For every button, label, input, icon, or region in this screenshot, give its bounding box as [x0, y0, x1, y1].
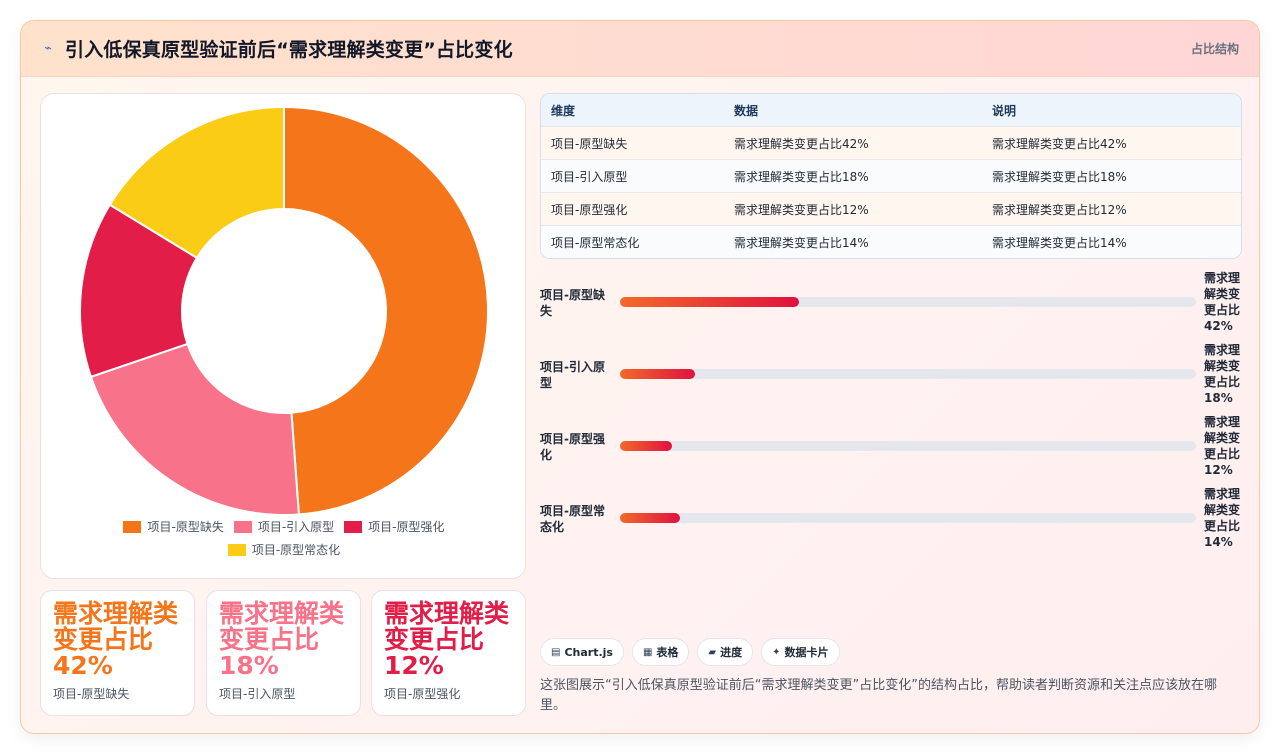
legend-item[interactable]: 项目-原型缺失 [123, 518, 224, 535]
progress-row: 项目-原型强化 需求理解类变更占比12% [540, 413, 1242, 485]
legend-label: 项目-原型常态化 [251, 543, 341, 557]
stat-label: 项目-原型缺失 [53, 687, 130, 701]
legend-label: 项目-原型缺失 [147, 520, 224, 534]
legend-item[interactable]: 项目-原型强化 [344, 518, 445, 535]
chip-label: 进度 [720, 646, 743, 659]
progress-fill [620, 369, 695, 379]
chip-chartjs[interactable]: ▤ Chart.js [540, 638, 624, 666]
table-cell: 需求理解类变更占比12% [992, 202, 1127, 217]
stat-value: 需求理解类变更占比42% [53, 599, 179, 680]
chip-label: 数据卡片 [784, 646, 829, 659]
header-tag: 占比结构 [1190, 42, 1239, 56]
page-title: 引入低保真原型验证前后“需求理解类变更”占比变化 [65, 39, 513, 61]
sparkle-icon: ✦ [772, 646, 781, 658]
legend-swatch [233, 520, 252, 533]
legend-item[interactable]: 项目-引入原型 [233, 518, 335, 535]
progress-label: 项目-原型强化 [540, 432, 605, 462]
doughnut-chart [79, 105, 489, 514]
donut-slice-1[interactable] [283, 105, 489, 514]
table-header-cell: 维度 [551, 103, 576, 118]
chart-card: 项目-原型缺失 项目-引入原型 项目-原型强化项目-原型常态化 [40, 93, 526, 579]
stat-card-1: 需求理解类变更占比42% 项目-原型缺失 [40, 590, 195, 716]
progress-row: 项目-引入原型 需求理解类变更占比18% [540, 341, 1242, 413]
chip-label: 表格 [656, 646, 679, 659]
progress-fill [620, 441, 672, 451]
progress-row: 项目-原型缺失 需求理解类变更占比42% [540, 269, 1242, 341]
table-row: 项目-原型强化 需求理解类变更占比12% 需求理解类变更占比12% [541, 193, 1241, 226]
chip-data-card[interactable]: ✦ 数据卡片 [761, 638, 840, 666]
chip-table[interactable]: ▦ 表格 [631, 638, 690, 666]
stat-value: 需求理解类变更占比18% [219, 599, 345, 680]
progress-track [620, 441, 1196, 451]
chart-icon: ▤ [551, 646, 561, 658]
legend-swatch [344, 520, 363, 533]
progress-icon: ▰ [708, 646, 717, 658]
donut-slice-2[interactable] [89, 342, 300, 514]
progress-fill [620, 297, 799, 307]
table-icon: ▦ [642, 646, 653, 658]
table-cell: 项目-引入原型 [551, 169, 628, 184]
legend-swatch [227, 543, 246, 556]
stat-value: 需求理解类变更占比12% [384, 599, 510, 680]
legend-item[interactable]: 项目-原型常态化 [227, 541, 341, 558]
progress-fill [620, 513, 681, 523]
chart-description: 这张图展示“引入低保真原型验证前后“需求理解类变更”占比变化”的结构占比，帮助读… [540, 678, 1217, 713]
bolt-icon: ⌁ [44, 41, 52, 56]
progress-label: 项目-原型常态化 [540, 504, 605, 534]
legend-label: 项目-引入原型 [257, 520, 335, 534]
header: ⌁ 引入低保真原型验证前后“需求理解类变更”占比变化 占比结构 [21, 21, 1259, 77]
table-cell: 项目-原型缺失 [551, 136, 628, 151]
table-header-cell: 说明 [992, 103, 1017, 118]
header-title-group: ⌁ 引入低保真原型验证前后“需求理解类变更”占比变化 [41, 35, 513, 62]
table-row: 项目-原型常态化 需求理解类变更占比14% 需求理解类变更占比14% [541, 226, 1241, 258]
dashboard-card: ⌁ 引入低保真原型验证前后“需求理解类变更”占比变化 占比结构 项目-原型缺失项… [20, 20, 1260, 734]
chart-legend: 项目-原型缺失 项目-引入原型 项目-原型强化项目-原型常态化 [41, 518, 527, 558]
progress-track [620, 369, 1196, 379]
table-row: 项目-引入原型 需求理解类变更占比18% 需求理解类变更占比18% [541, 160, 1241, 193]
progress-track [620, 513, 1196, 523]
stat-card-3: 需求理解类变更占比12% 项目-原型强化 [371, 590, 526, 716]
progress-label: 项目-引入原型 [540, 360, 605, 390]
table-cell: 需求理解类变更占比18% [734, 169, 869, 184]
data-table: 维度 数据 说明 项目-原型缺失 需求理解类变更占比42% 需求理解类变更占比4… [540, 93, 1242, 259]
table-header-cell: 数据 [734, 103, 759, 118]
table-cell: 需求理解类变更占比14% [734, 236, 869, 250]
table-cell: 需求理解类变更占比14% [992, 236, 1127, 250]
legend-swatch [123, 520, 142, 533]
table-row: 项目-原型缺失 需求理解类变更占比42% 需求理解类变更占比42% [541, 127, 1241, 160]
table-cell: 需求理解类变更占比42% [992, 136, 1127, 151]
table-cell: 需求理解类变更占比42% [734, 136, 869, 151]
chip-progress[interactable]: ▰ 进度 [697, 638, 754, 666]
table-cell: 项目-原型强化 [551, 202, 628, 217]
progress-track [620, 297, 1196, 307]
progress-value: 需求理解类变更占比12% [1204, 415, 1241, 477]
progress-row: 项目-原型常态化 需求理解类变更占比14% [540, 485, 1242, 557]
stat-card-2: 需求理解类变更占比18% 项目-引入原型 [206, 590, 361, 716]
chip-label: Chart.js [564, 645, 613, 659]
progress-value: 需求理解类变更占比14% [1204, 487, 1241, 549]
feature-chips: ▤ Chart.js ▦ 表格 ▰ 进度 ✦ 数据卡片 [540, 638, 840, 666]
table-cell: 项目-原型常态化 [551, 236, 640, 250]
stat-label: 项目-原型强化 [384, 687, 461, 701]
table-cell: 需求理解类变更占比12% [734, 202, 869, 217]
table-cell: 需求理解类变更占比18% [992, 169, 1127, 184]
progress-value: 需求理解类变更占比42% [1204, 271, 1241, 333]
progress-value: 需求理解类变更占比18% [1204, 343, 1241, 405]
progress-label: 项目-原型缺失 [540, 288, 605, 318]
stat-label: 项目-引入原型 [219, 687, 296, 701]
legend-label: 项目-原型强化 [368, 520, 445, 534]
table-header-row: 维度 数据 说明 [541, 94, 1241, 127]
